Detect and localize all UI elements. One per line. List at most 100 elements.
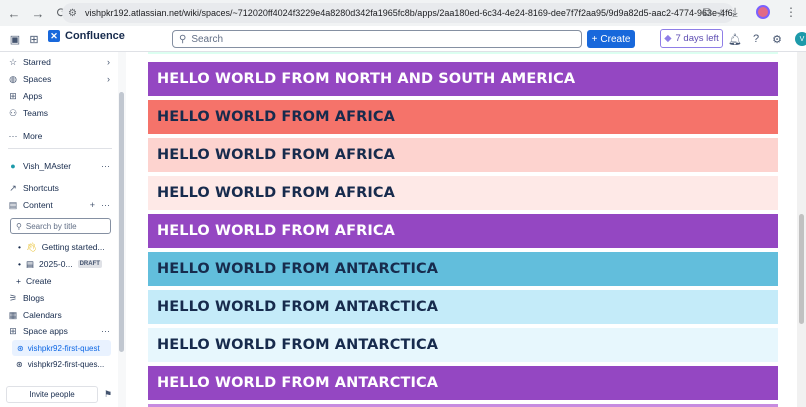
search-icon: ⚲ <box>16 221 22 231</box>
help-icon[interactable]: ? <box>747 30 765 48</box>
app-header: ▣ ⊞ ✕ Confluence ⚲ Search + Create ◆ 7 d… <box>0 26 806 52</box>
gem-icon: ◆ <box>664 33 672 44</box>
bullet-icon: • <box>18 242 21 252</box>
app-icon: ⊛ <box>16 359 23 369</box>
plus-icon: + <box>16 276 21 286</box>
hello-world-band: HELLO WORLD FROM AFRICA <box>148 176 778 210</box>
confluence-logo-icon: ✕ <box>48 30 60 42</box>
space-header[interactable]: ● Vish_MAster ··· <box>8 159 110 173</box>
url-text: vishpkr192.atlassian.net/wiki/spaces/~71… <box>84 8 734 18</box>
search-icon: ⚲ <box>179 33 187 45</box>
trial-button[interactable]: ◆ 7 days left <box>660 29 723 48</box>
sidebar-item-teams[interactable]: ⚇ Teams <box>8 106 110 120</box>
sidebar-item-label: Calendars <box>23 310 62 320</box>
address-bar[interactable]: ⚙ vishpkr192.atlassian.net/wiki/spaces/~… <box>62 3 734 23</box>
sidebar-item-content[interactable]: ▤ Content + ··· <box>8 198 110 212</box>
content-icon: ▤ <box>8 199 18 210</box>
confluence-logo[interactable]: ✕ Confluence <box>48 30 125 42</box>
more-icon[interactable]: ··· <box>101 326 110 336</box>
app-content: HELLO WORLD FROM NORTH AND SOUTH AMERICA… <box>130 52 795 407</box>
sidebar-item-blogs[interactable]: ⚞ Blogs <box>8 291 110 305</box>
chevron-right-icon: › <box>107 57 110 67</box>
sidebar-scrollbar[interactable] <box>118 52 126 407</box>
sidebar-item-calendars[interactable]: ▦ Calendars <box>8 308 110 322</box>
main-scrollbar[interactable] <box>797 52 806 407</box>
sidebar-item-label: Spaces <box>23 74 52 84</box>
star-icon: ☆ <box>8 56 18 67</box>
sidebar-item-label: Content <box>23 200 53 210</box>
download-icon[interactable]: ⤓ <box>726 3 744 21</box>
hello-world-band: HELLO WORLD FROM ANTARCTICA <box>148 252 778 286</box>
page-icon: ▤ <box>25 258 35 269</box>
profile-icon[interactable] <box>754 3 772 21</box>
plus-icon: + <box>591 33 598 45</box>
bullet-icon: • <box>18 259 21 269</box>
sidebar-item-label: Shortcuts <box>23 183 59 193</box>
sidebar-item-label: Blogs <box>23 293 45 303</box>
more-icon[interactable]: ··· <box>101 200 110 210</box>
create-label: Create <box>600 33 631 45</box>
add-icon[interactable]: + <box>90 200 95 210</box>
sidebar-item-spaces[interactable]: ◍ Spaces › <box>8 72 110 86</box>
teams-icon: ⚇ <box>8 107 18 118</box>
hello-world-band: HELLO WORLD FROM ANTARCTICA <box>148 290 778 324</box>
page-tree-item[interactable]: • 👋︎ Getting started... <box>18 240 112 254</box>
search-placeholder: Search <box>191 33 224 45</box>
sidebar-item-label: More <box>23 131 43 141</box>
shortcut-icon: ↗ <box>9 182 17 193</box>
product-name: Confluence <box>65 30 125 42</box>
more-icon: ··· <box>8 131 18 141</box>
feedback-icon[interactable]: ⚑ <box>104 389 112 400</box>
browser-menu-icon[interactable]: ⋮ <box>782 3 800 21</box>
forward-icon[interactable]: → <box>28 3 48 23</box>
search-placeholder: Search by title <box>25 221 77 231</box>
invite-people-button[interactable]: Invite people <box>6 386 98 403</box>
sidebar: ☆ Starred › ◍ Spaces › ⊞ Apps ⚇ Teams ··… <box>0 52 118 407</box>
back-icon[interactable]: ← <box>4 3 24 23</box>
sidebar-item-starred[interactable]: ☆ Starred › <box>8 55 110 69</box>
user-avatar[interactable]: V <box>795 32 806 46</box>
app-icon: ⊛ <box>17 343 24 353</box>
sidebar-item-shortcuts[interactable]: ↗ Shortcuts <box>8 181 110 195</box>
hello-world-band: HELLO WORLD FROM AFRICA <box>148 138 778 172</box>
notifications-icon[interactable]: 🔔︎ <box>726 30 744 48</box>
trial-label: 7 days left <box>675 33 719 44</box>
page-title: Getting started... <box>41 242 105 252</box>
sidebar-item-apps[interactable]: ⊞ Apps <box>8 89 110 103</box>
globe-icon: ◍ <box>9 73 17 84</box>
search-input[interactable]: ⚲ Search <box>172 30 582 48</box>
space-name: Vish_MAster <box>23 161 72 171</box>
blog-icon: ⚞ <box>8 292 18 303</box>
divider <box>8 148 112 149</box>
settings-icon[interactable]: ⚙ <box>768 30 786 48</box>
extensions-icon[interactable]: ⧉ <box>698 3 716 21</box>
apps-icon: ⊞ <box>9 325 17 336</box>
wave-icon: 👋︎ <box>25 241 37 252</box>
sidebar-item-label: vishpkr92-first-quest <box>27 343 100 353</box>
create-page-item[interactable]: + Create <box>16 274 110 288</box>
app-switcher-icon[interactable]: ⊞ <box>25 30 43 48</box>
hello-world-band: HELLO WORLD FROM ANTARCTICA <box>148 366 778 400</box>
draft-badge: DRAFT <box>77 260 102 268</box>
sidebar-item-label: Teams <box>23 108 49 118</box>
more-icon[interactable]: ··· <box>101 161 110 171</box>
site-info-icon[interactable]: ⚙ <box>68 8 77 19</box>
sidebar-item-label: vishpkr92-first-ques... <box>27 359 105 369</box>
sidebar-item-more[interactable]: ··· More <box>8 129 110 143</box>
calendar-icon: ▦ <box>8 309 18 320</box>
sidebar-toggle-icon[interactable]: ▣ <box>6 30 24 48</box>
browser-toolbar: ← → ⟳ ⚙ vishpkr192.atlassian.net/wiki/sp… <box>0 0 806 26</box>
previous-band-edge <box>148 52 778 54</box>
sidebar-item-space-apps[interactable]: ⊞ Space apps ··· <box>8 324 110 338</box>
sidebar-item-label: Space apps <box>23 326 68 336</box>
sidebar-item-app-other[interactable]: ⊛ vishpkr92-first-ques... <box>16 357 112 371</box>
create-label: Create <box>25 276 52 286</box>
create-button[interactable]: + Create <box>587 30 635 48</box>
sidebar-item-app-active[interactable]: ⊛ vishpkr92-first-quest <box>12 340 111 356</box>
page-title: 2025-0... <box>39 259 73 269</box>
chevron-right-icon: › <box>107 74 110 84</box>
page-tree-item[interactable]: • ▤ 2025-0... DRAFT <box>18 257 112 271</box>
sidebar-item-label: Starred <box>23 57 51 67</box>
title-search-input[interactable]: ⚲ Search by title <box>10 218 111 234</box>
hello-world-band: HELLO WORLD FROM AFRICA <box>148 100 778 134</box>
